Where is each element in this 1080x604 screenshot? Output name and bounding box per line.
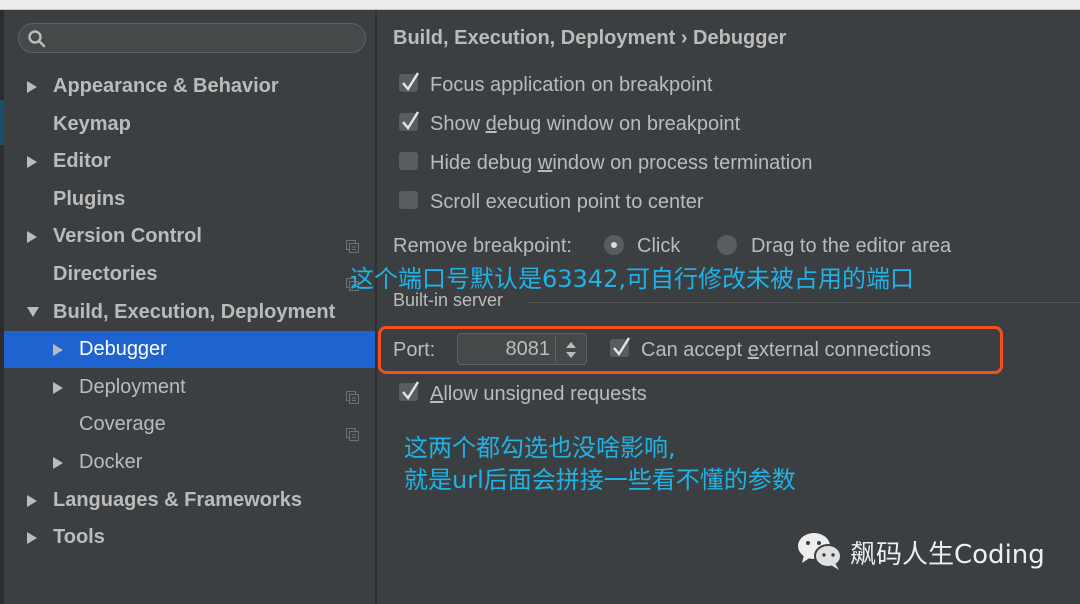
option-label: Hide debug window on process termination <box>430 152 813 174</box>
sidebar-item-directories[interactable]: Directories <box>4 256 375 293</box>
checkbox-icon[interactable] <box>610 337 631 358</box>
radio-click[interactable] <box>604 235 624 255</box>
sidebar-item-label: Debugger <box>79 338 167 361</box>
sidebar-item-tools[interactable]: Tools <box>4 519 375 556</box>
settings-search-input[interactable] <box>18 23 366 53</box>
sidebar-item-label: Languages & Frameworks <box>53 488 302 511</box>
checkbox-unchecked-icon[interactable] <box>399 152 418 171</box>
checkbox-icon[interactable] <box>399 381 420 402</box>
sidebar-item-label: Deployment <box>79 375 186 398</box>
sidebar-item-label: Docker <box>79 451 143 473</box>
window-titlebar <box>0 0 1080 10</box>
sidebar-item-build-execution-deployment[interactable]: Build, Execution, Deployment <box>4 294 375 331</box>
sidebar-item-version-control[interactable]: Version Control <box>4 218 375 255</box>
unsigned-label-post: llow unsigned requests <box>443 383 647 405</box>
group-separator <box>529 302 1080 303</box>
sidebar-item-deployment[interactable]: Deployment <box>4 369 375 406</box>
checkbox-unchecked-icon[interactable] <box>399 191 418 210</box>
sidebar-item-label: Tools <box>53 526 105 549</box>
checkbox-checked-icon[interactable] <box>399 72 420 93</box>
spinner-separator <box>555 336 556 362</box>
sidebar-item-appearance-behavior[interactable]: Appearance & Behavior <box>4 68 375 105</box>
radio-click-label[interactable]: Click <box>637 231 680 261</box>
sidebar-item-editor[interactable]: Editor <box>4 143 375 180</box>
sidebar-item-label: Plugins <box>53 187 126 210</box>
search-icon <box>27 29 47 49</box>
builtin-server-title: Built-in server <box>393 290 504 310</box>
wechat-icon <box>796 530 846 572</box>
project-level-icon <box>346 230 360 254</box>
chevron-right-icon[interactable] <box>26 68 40 105</box>
sidebar-item-label: Editor <box>53 150 111 173</box>
external-label-mnemonic: e <box>747 339 759 361</box>
radio-drag-to-editor[interactable] <box>717 235 737 255</box>
external-label-post: xternal connections <box>758 339 932 361</box>
remove-breakpoint-label: Remove breakpoint: <box>393 235 572 257</box>
radio-selected-dot <box>611 242 617 248</box>
sidebar-item-coverage[interactable]: Coverage <box>4 406 375 443</box>
sidebar-item-keymap[interactable]: Keymap <box>4 106 375 143</box>
debugger-settings-panel: Build, Execution, Deployment › Debugger … <box>350 10 1080 604</box>
sidebar-item-label: Build, Execution, Deployment <box>53 300 336 323</box>
option-label: Scroll execution point to center <box>430 191 704 213</box>
port-value[interactable]: 8081 <box>506 334 551 364</box>
annotation-port-note: 这个端口号默认是63342,可自行修改未被占用的端口 <box>350 265 914 293</box>
radio-drag-label[interactable]: Drag to the editor area <box>751 231 951 261</box>
unsigned-label-mnemonic: A <box>430 383 444 405</box>
checkbox-checked-icon[interactable] <box>399 111 420 132</box>
option-label: Focus application on breakpoint <box>430 74 713 96</box>
port-spinner[interactable]: 8081 <box>457 333 587 365</box>
annotation-check-note-line1: 这两个都勾选也没啥影响, <box>404 434 676 462</box>
annotation-check-note-line2: 就是url后面会拼接一些看不懂的参数 <box>404 466 796 494</box>
sidebar-item-label: Coverage <box>79 413 166 436</box>
project-level-icon <box>346 418 360 442</box>
chevron-right-icon[interactable] <box>52 331 66 368</box>
sidebar-item-plugins[interactable]: Plugins <box>4 181 375 218</box>
remove-breakpoint-row: Remove breakpoint: Click Drag to the edi… <box>393 231 951 261</box>
chevron-right-icon[interactable] <box>52 444 66 481</box>
watermark-text: 飙码人生Coding <box>850 540 1045 570</box>
chevron-right-icon[interactable] <box>52 369 66 406</box>
chevron-right-icon[interactable] <box>26 519 40 556</box>
sidebar-item-label: Directories <box>53 263 158 285</box>
chevron-down-icon[interactable] <box>26 294 40 331</box>
sidebar-item-label: Version Control <box>53 225 202 248</box>
option-label: Show debug window on breakpoint <box>430 113 741 135</box>
project-level-icon <box>346 381 360 404</box>
sidebar-item-label: Keymap <box>53 112 131 135</box>
settings-sidebar: Appearance & Behavior Keymap Editor Plugins… <box>4 10 375 604</box>
chevron-right-icon[interactable] <box>26 482 40 519</box>
port-label: Port: <box>393 339 436 361</box>
sidebar-item-debugger[interactable]: Debugger <box>4 331 375 369</box>
breadcrumb: Build, Execution, Deployment › Debugger <box>393 27 787 49</box>
sidebar-item-label: Appearance & Behavior <box>53 75 279 97</box>
spinner-arrows-icon[interactable] <box>564 340 578 365</box>
external-label-pre: Can accept <box>641 339 748 361</box>
chevron-right-icon[interactable] <box>26 218 40 255</box>
sidebar-item-docker[interactable]: Docker <box>4 444 375 481</box>
chevron-right-icon[interactable] <box>26 143 40 180</box>
sidebar-item-languages-frameworks[interactable]: Languages & Frameworks <box>4 482 375 519</box>
